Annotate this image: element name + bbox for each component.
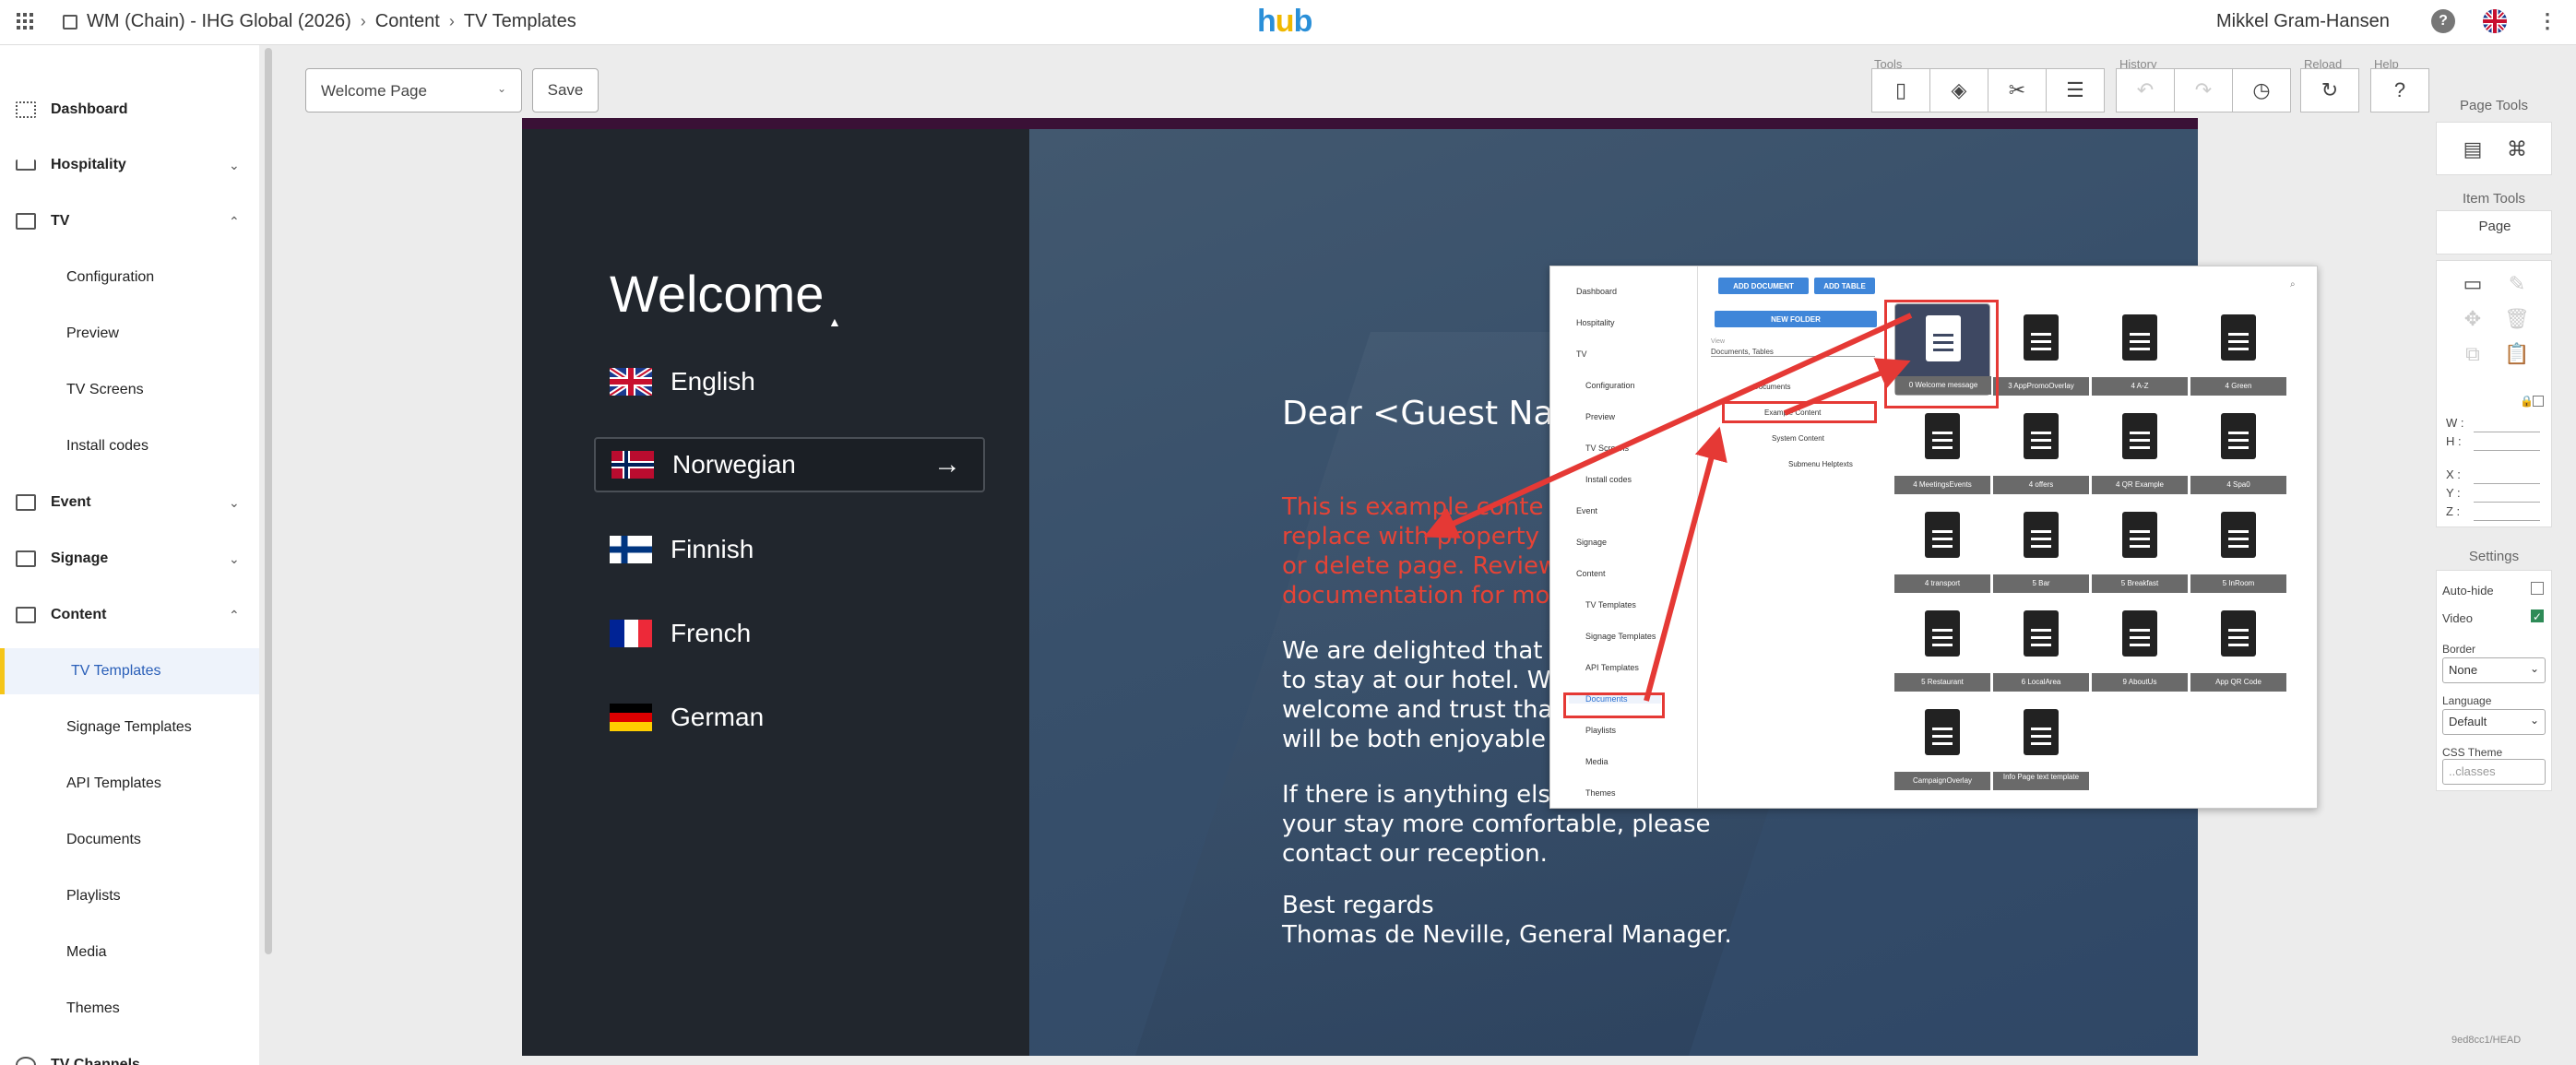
arrow-to-example-text [1423,313,1913,538]
arrow-documents-to-folder [1644,426,1727,702]
annotation-arrows [1423,313,1913,702]
arrow-folder-to-doc [1783,358,1911,416]
